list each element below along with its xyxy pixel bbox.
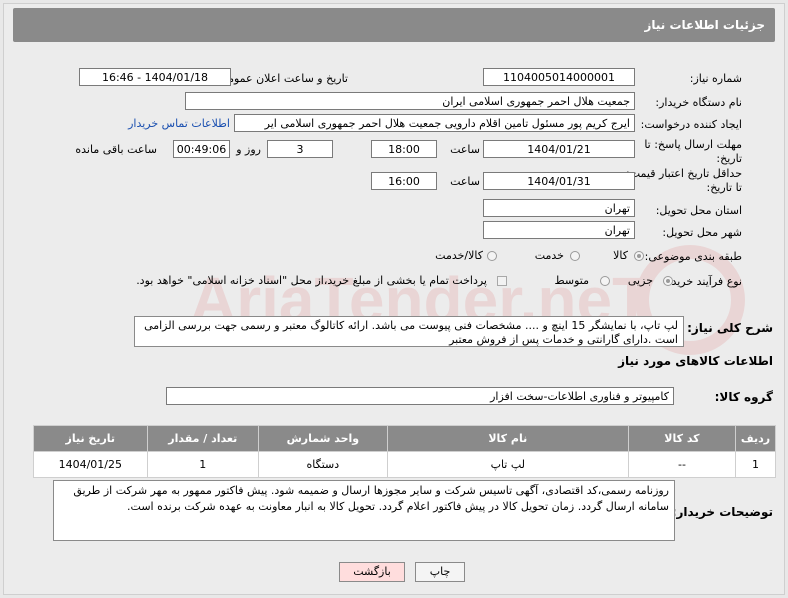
category-option-service: خدمت — [534, 249, 564, 262]
announce-label: تاریخ و ساعت اعلان عمومی: — [215, 72, 348, 85]
category-option-goods: کالا — [613, 249, 628, 262]
need-number-label: شماره نیاز: — [689, 72, 742, 85]
treasury-payment-text: پرداخت تمام یا بخشی از مبلغ خرید،از محل … — [136, 274, 487, 287]
price-time-field[interactable]: 16:00 — [371, 172, 437, 190]
col-header-name: نام کالا — [386, 425, 629, 452]
buyer-org-field[interactable]: جمعیت هلال احمر جمهوری اسلامی ایران — [185, 92, 635, 110]
page-title: جزئیات اطلاعات نیاز — [644, 18, 765, 32]
col-header-need-date: تاریخ نیاز — [33, 425, 148, 452]
category-label: طبقه بندی موضوعی: — [644, 250, 742, 263]
buyer-org-label: نام دستگاه خریدار: — [655, 96, 742, 109]
price-validity-label: حداقل تاریخ اعتبار قیمت: — [626, 167, 742, 180]
header-bar: جزئیات اطلاعات نیاز — [13, 8, 775, 42]
col-header-quantity: تعداد / مقدار — [146, 425, 260, 452]
buyer-notes-label: توضیحات خریدار: — [671, 505, 773, 519]
goods-group-field[interactable]: کامپیوتر و فناوری اطلاعات-سخت افزار — [166, 387, 674, 405]
description-label: شرح کلی نیاز: — [687, 321, 773, 335]
days-label: روز و — [236, 143, 261, 156]
category-option-goods-service: کالا/خدمت — [435, 249, 483, 262]
cell-name: لپ تاپ — [386, 451, 629, 478]
reply-deadline-label-2: تاریخ: — [716, 152, 742, 165]
cell-need-date: 1404/01/25 — [33, 451, 148, 478]
process-radio-medium[interactable] — [600, 276, 610, 286]
contact-info-link[interactable]: اطلاعات تماس خریدار — [128, 117, 230, 130]
reply-time-field[interactable]: 18:00 — [371, 140, 437, 158]
col-header-row-num: ردیف — [734, 425, 777, 452]
price-time-label: ساعت — [450, 175, 480, 188]
price-validity-label-2: تا تاریخ: — [706, 181, 742, 194]
process-radio-minor[interactable] — [663, 276, 673, 286]
reply-deadline-label: مهلت ارسال پاسخ: تا — [644, 138, 742, 151]
reply-date-field[interactable]: 1404/01/21 — [483, 140, 635, 158]
table-row[interactable]: 1 -- لپ تاپ دستگاه 1 1404/01/25 — [33, 451, 777, 478]
price-date-field[interactable]: 1404/01/31 — [483, 172, 635, 190]
process-option-medium: متوسط — [554, 274, 589, 287]
cell-code: -- — [627, 451, 736, 478]
category-radio-service[interactable] — [570, 251, 580, 261]
days-field[interactable]: 3 — [267, 140, 333, 158]
goods-group-label: گروه کالا: — [714, 390, 773, 404]
col-header-unit: واحد شمارش — [258, 425, 388, 452]
city-field[interactable]: تهران — [483, 221, 635, 239]
cell-unit: دستگاه — [258, 451, 388, 478]
col-header-code: کد کالا — [627, 425, 736, 452]
reply-time-label: ساعت — [450, 143, 480, 156]
remaining-label: ساعت باقی مانده — [75, 143, 157, 156]
print-button[interactable]: چاپ — [415, 562, 465, 582]
province-field[interactable]: تهران — [483, 199, 635, 217]
category-radio-goods[interactable] — [634, 251, 644, 261]
creator-field[interactable]: ایرج کریم پور مسئول تامین اقلام دارویی ج… — [234, 114, 635, 132]
category-radio-goods-service[interactable] — [487, 251, 497, 261]
back-button[interactable]: بازگشت — [339, 562, 405, 582]
table-header-row: ردیف کد کالا نام کالا واحد شمارش تعداد /… — [33, 425, 777, 452]
creator-label: ایجاد کننده درخواست: — [640, 118, 742, 131]
description-textarea[interactable]: لپ تاپ، با نمایشگر 15 اینچ و .... مشخصات… — [134, 316, 684, 347]
remaining-time-field[interactable]: 00:49:06 — [173, 140, 230, 158]
treasury-payment-checkbox[interactable] — [497, 276, 507, 286]
province-label: استان محل تحویل: — [655, 204, 742, 217]
items-table: ردیف کد کالا نام کالا واحد شمارش تعداد /… — [33, 425, 777, 478]
announce-datetime-field[interactable]: 1404/01/18 - 16:46 — [79, 68, 231, 86]
goods-info-title: اطلاعات کالاهای مورد نیاز — [618, 354, 773, 368]
cell-quantity: 1 — [146, 451, 260, 478]
buyer-notes-textarea[interactable]: روزنامه رسمی،کد اقتصادی، آگهی تاسیس شرکت… — [53, 480, 675, 541]
city-label: شهر محل تحویل: — [662, 226, 742, 239]
process-option-minor: جزیی — [627, 274, 653, 287]
cell-row-num: 1 — [734, 451, 777, 478]
process-label: نوع فرآیند خرید : — [664, 275, 742, 288]
need-number-field[interactable]: 1104005014000001 — [483, 68, 635, 86]
